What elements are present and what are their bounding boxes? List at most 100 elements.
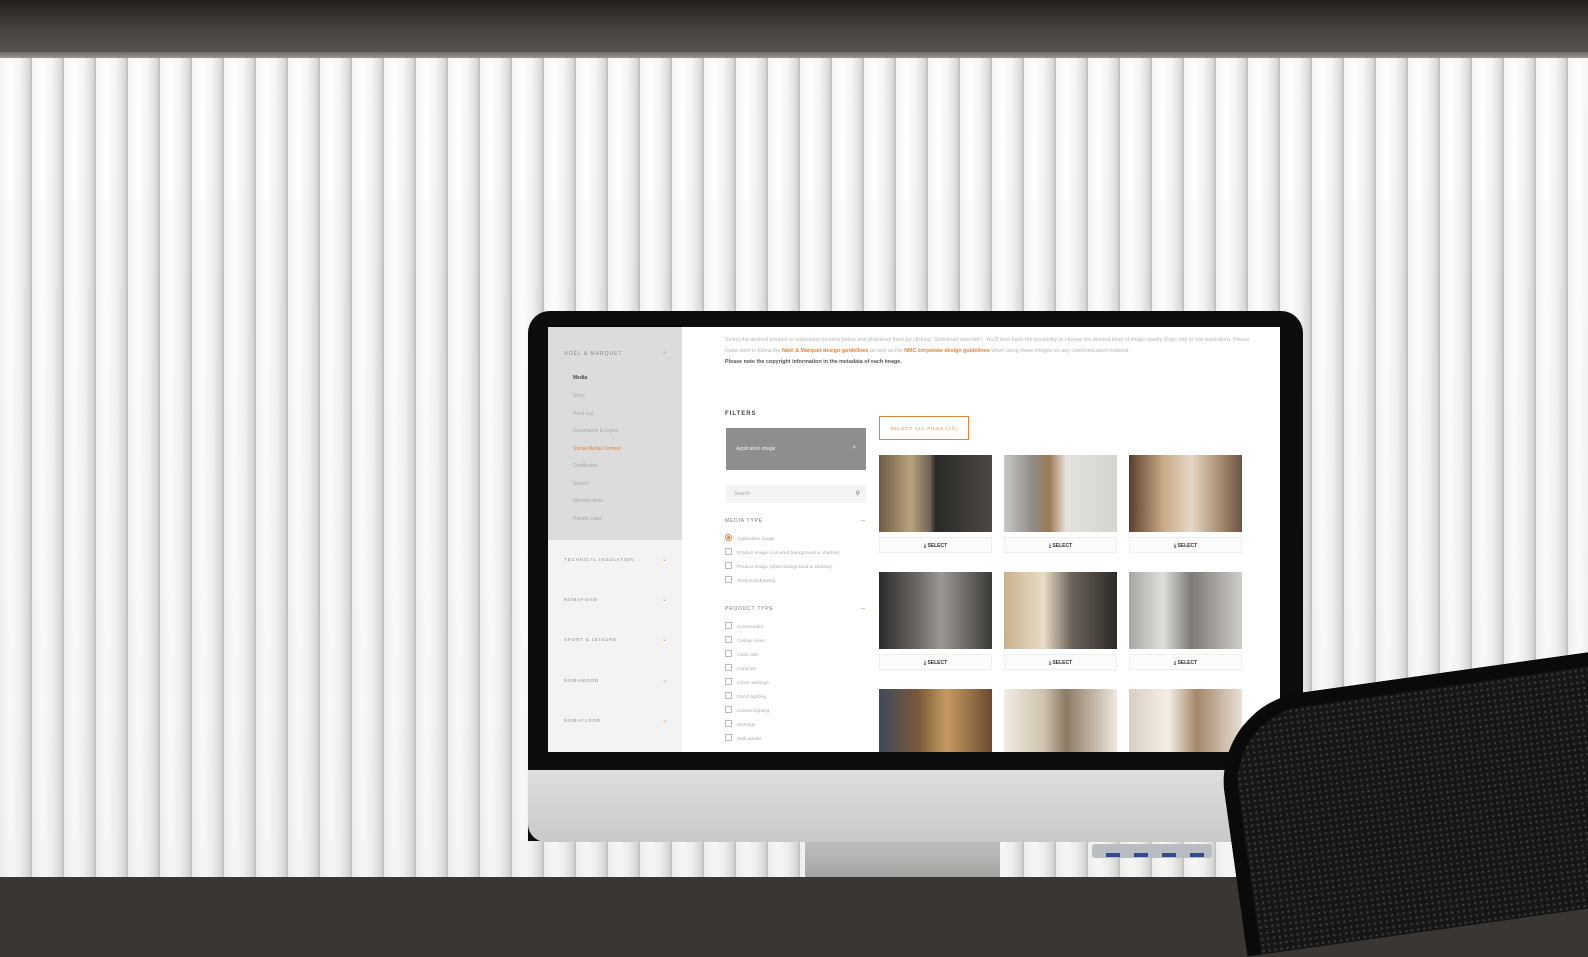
select-image-button[interactable]: ⤓ SELECT xyxy=(1004,537,1117,553)
gallery-image[interactable] xyxy=(879,455,992,532)
sidebar-item-search[interactable]: Search xyxy=(573,481,589,487)
option-label: Cover skirtings xyxy=(737,681,769,686)
select-label: SELECT xyxy=(1052,543,1073,549)
download-icon: ⤓ xyxy=(1048,543,1052,549)
copyright-note: Please note the copyright information in… xyxy=(725,359,902,365)
select-label: SELECT xyxy=(927,543,948,549)
checkbox-icon[interactable] xyxy=(725,692,732,699)
select-label: SELECT xyxy=(1177,543,1198,549)
gallery-image[interactable] xyxy=(879,689,992,752)
option-label: Direct lighting xyxy=(737,695,767,700)
checkbox-icon[interactable] xyxy=(725,562,732,569)
gallery-image[interactable] xyxy=(1129,455,1242,532)
product-option[interactable]: Wall panels xyxy=(725,734,762,742)
gallery-image[interactable] xyxy=(1004,455,1117,532)
collapse-icon[interactable]: – xyxy=(861,516,866,525)
filters-heading: FILTERS xyxy=(725,411,757,417)
product-option[interactable]: Indirect lighting xyxy=(725,706,769,714)
gallery-image[interactable] xyxy=(879,572,992,649)
product-option[interactable]: Direct lighting xyxy=(725,692,766,700)
active-filter-chip[interactable]: Application image × xyxy=(726,428,866,470)
filter-search-input[interactable]: Search ⚲ xyxy=(726,485,866,503)
collapse-icon[interactable]: – xyxy=(861,604,866,613)
checkbox-icon[interactable] xyxy=(725,720,732,727)
gallery-image[interactable] xyxy=(1129,689,1242,752)
media-option-product-white[interactable]: Product image (white background & shadow… xyxy=(725,562,832,570)
chevron-down-icon: ⌄ xyxy=(662,678,668,684)
product-type-title: PRODUCT TYPE xyxy=(725,606,774,612)
product-option[interactable]: Cover skirtings xyxy=(725,678,769,686)
sidebar-category-nomafoam[interactable]: NOMAFOAM ⌄ xyxy=(564,597,668,603)
checkbox-icon[interactable] xyxy=(725,548,732,555)
checkbox-icon[interactable] xyxy=(725,650,732,657)
sidebar-item-private-label[interactable]: Private Label xyxy=(573,516,602,522)
gallery-image[interactable] xyxy=(1004,572,1117,649)
download-icon: ⤓ xyxy=(1048,660,1052,666)
product-option[interactable]: Skirtings xyxy=(725,720,755,728)
checkbox-icon[interactable] xyxy=(725,622,732,629)
checkbox-icon[interactable] xyxy=(725,636,732,643)
media-type-title: MEDIA TYPE xyxy=(725,518,763,524)
select-image-button[interactable]: ⤓ SELECT xyxy=(879,537,992,553)
sidebar-category-sport-leisure[interactable]: SPORT & LEISURE ⌄ xyxy=(564,637,668,643)
chevron-down-icon: ⌄ xyxy=(662,637,668,643)
product-option[interactable]: Chair rails xyxy=(725,650,759,658)
select-image-button[interactable]: ⤓ SELECT xyxy=(1129,654,1242,670)
chevron-down-icon: ⌄ xyxy=(662,557,668,563)
gallery-image[interactable] xyxy=(1004,689,1117,752)
sidebar-category-label: NOMAFOAM xyxy=(564,597,598,602)
active-filter-label: Application image xyxy=(736,446,776,452)
usb-hub xyxy=(1092,844,1212,858)
sidebar-brand-label: NOËL & MARQUET xyxy=(564,351,623,357)
media-option-application[interactable]: Application image xyxy=(725,534,775,542)
sidebar-item-shop[interactable]: Shop xyxy=(573,393,585,399)
media-type-heading[interactable]: MEDIA TYPE – xyxy=(725,516,866,525)
option-label: Cornices xyxy=(737,667,756,672)
sidebar-item-member-area[interactable]: Member Area xyxy=(573,498,603,504)
checkbox-icon[interactable] xyxy=(725,678,732,685)
select-image-button[interactable]: ⤓ SELECT xyxy=(1004,654,1117,670)
product-option[interactable]: Ceiling roses xyxy=(725,636,765,644)
product-option[interactable]: Cornices xyxy=(725,664,756,672)
media-option-technical-drawing[interactable]: Technical drawing xyxy=(725,576,775,584)
sidebar-item-media[interactable]: Media xyxy=(573,375,587,381)
sidebar-item-certificates[interactable]: Certificates xyxy=(573,463,598,469)
imac-stand xyxy=(805,842,1000,877)
select-all-files-button[interactable]: SELECT ALL FILES (12) xyxy=(879,416,969,440)
gallery-image[interactable] xyxy=(1129,572,1242,649)
sidebar-item-social-media[interactable]: Social Media Content xyxy=(573,446,621,452)
select-image-button[interactable]: ⤓ SELECT xyxy=(1129,537,1242,553)
sidebar-category-technical-insulation[interactable]: TECHNICAL INSULATION ⌄ xyxy=(564,557,668,563)
checkbox-icon[interactable] xyxy=(725,664,732,671)
sidebar: NOËL & MARQUET ⌃ Media Shop Price List D… xyxy=(548,327,682,752)
option-label: Skirtings xyxy=(737,723,756,728)
design-guidelines-link[interactable]: Noël & Marquet design guidelines xyxy=(782,348,869,354)
radio-checked-icon[interactable] xyxy=(725,534,732,541)
blinds-headrail xyxy=(0,0,1588,58)
sidebar-item-price-list[interactable]: Price List xyxy=(573,411,594,417)
select-label: SELECT xyxy=(927,660,948,666)
download-icon: ⤓ xyxy=(923,543,927,549)
option-label: Product image (white background & shadow… xyxy=(737,565,833,570)
close-icon[interactable]: × xyxy=(852,445,856,451)
product-option[interactable]: Accessories xyxy=(725,622,763,630)
sidebar-category-label: SPORT & LEISURE xyxy=(564,637,617,642)
media-option-product-coloured[interactable]: Product image (coloured background & sha… xyxy=(725,548,840,556)
sidebar-category-nomawood[interactable]: NOMAWOOD ⌄ xyxy=(564,678,668,684)
option-label: Indirect lighting xyxy=(737,709,770,714)
search-placeholder: Search xyxy=(734,491,750,497)
product-type-heading[interactable]: PRODUCT TYPE – xyxy=(725,604,866,613)
checkbox-icon[interactable] xyxy=(725,734,732,741)
sidebar-category-label: NOMAFLOOR xyxy=(564,718,601,723)
intro-mid: as well as the xyxy=(868,348,905,354)
sidebar-item-documents[interactable]: Documents & Logos xyxy=(573,428,618,434)
download-icon: ⤓ xyxy=(1173,543,1177,549)
select-label: SELECT xyxy=(1177,660,1198,666)
sidebar-category-nomafloor[interactable]: NOMAFLOOR ⌄ xyxy=(564,718,668,724)
checkbox-icon[interactable] xyxy=(725,706,732,713)
search-icon[interactable]: ⚲ xyxy=(856,490,860,497)
sidebar-brand-row[interactable]: NOËL & MARQUET ⌃ xyxy=(564,351,668,359)
checkbox-icon[interactable] xyxy=(725,576,732,583)
select-image-button[interactable]: ⤓ SELECT xyxy=(879,654,992,670)
corporate-guidelines-link[interactable]: NMC corporate design guidelines xyxy=(904,348,990,354)
